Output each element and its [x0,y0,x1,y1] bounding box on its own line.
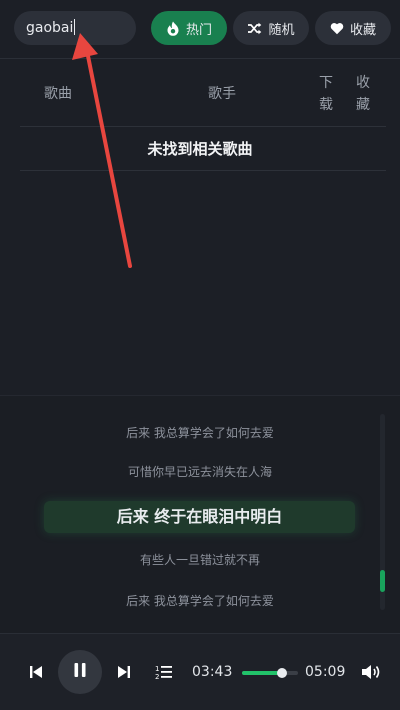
search-value: gaobai [26,20,74,36]
flame-icon [166,21,180,36]
random-button[interactable]: 随机 [233,11,309,45]
table-row-divider [20,170,386,171]
current-time: 03:43 [192,664,233,680]
top-bar: gaobai 热门 随机 收藏 [0,0,400,58]
current-lyric-line: 后来 终于在眼泪中明白 [116,507,283,526]
lyrics-scrollbar-thumb[interactable] [380,570,385,592]
play-pause-button[interactable] [58,650,102,694]
heart-icon [330,22,344,35]
lyric-line: 有些人一旦错过就不再 [139,553,260,567]
progress-knob[interactable] [277,668,288,678]
column-header-singer: 歌手 [208,86,236,102]
progress-slider[interactable] [242,668,298,678]
column-header-song: 歌曲 [44,86,72,102]
text-caret [74,19,76,35]
playlist-icon[interactable]: 1 2 [154,662,174,682]
column-header-favorite: 收 藏 [355,72,371,116]
volume-icon[interactable] [360,662,382,682]
column-header-download-char-2: 载 [319,97,333,113]
column-header-download: 下 载 [318,72,334,116]
favorites-label: 收藏 [349,22,376,38]
lyric-line: 可惜你早已远去消失在人海 [127,465,272,479]
top-divider [0,58,400,59]
favorites-button[interactable]: 收藏 [315,11,391,45]
player-bar: 1 2 03:43 05:09 [0,633,400,710]
pause-icon [73,662,87,682]
column-header-download-char-1: 下 [319,75,333,91]
skip-previous-icon[interactable] [26,662,46,682]
hot-button[interactable]: 热门 [151,11,227,45]
lyric-line: 后来 我总算学会了如何去爱 [126,594,274,608]
lyrics-panel[interactable]: 后来 我总算学会了如何去爱 可惜你早已远去消失在人海 后来 终于在眼泪中明白 有… [0,395,400,633]
skip-next-icon[interactable] [114,662,134,682]
empty-message: 未找到相关歌曲 [147,140,253,158]
shuffle-icon [247,22,262,35]
column-header-favorite-char-1: 收 [356,75,370,91]
svg-text:2: 2 [155,673,159,680]
hot-label: 热门 [185,22,212,38]
progress-fill [242,671,283,675]
random-label: 随机 [268,22,295,38]
search-input[interactable]: gaobai [14,11,136,45]
svg-text:1: 1 [155,665,159,673]
column-header-favorite-char-2: 藏 [356,97,370,113]
lyric-line: 后来 我总算学会了如何去爱 [126,426,274,440]
total-time: 05:09 [305,664,346,680]
table-header-divider [20,126,386,127]
